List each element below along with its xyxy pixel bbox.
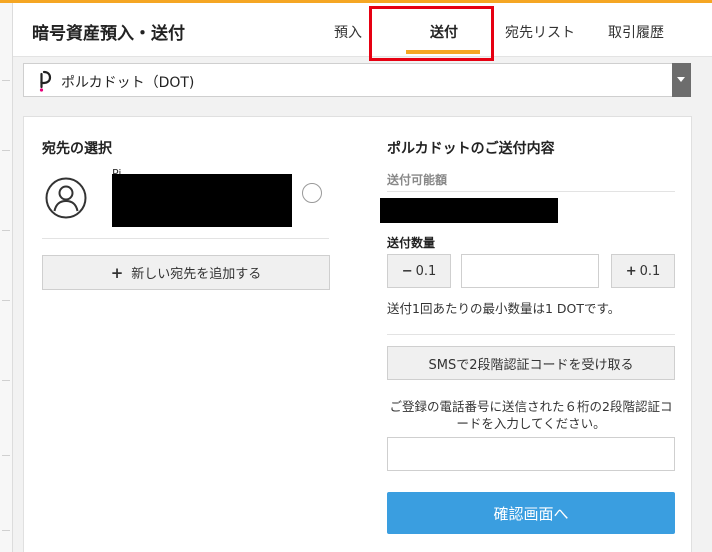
sms-instruction: ご登録の電話番号に送信された６桁の2段階認証コードを入力してください。	[389, 399, 673, 431]
left-edge-ruler	[0, 0, 13, 552]
polkadot-icon	[39, 70, 52, 92]
tab-address-list[interactable]: 宛先リスト	[505, 22, 575, 42]
quantity-label: 送付数量	[387, 236, 436, 250]
available-amount-label: 送付可能額	[387, 173, 448, 187]
tab-deposit[interactable]: 預入	[334, 22, 362, 42]
send-details-title: ポルカドットのご送付内容	[387, 141, 555, 157]
recipient-divider	[42, 238, 329, 239]
user-avatar-icon	[45, 177, 87, 219]
sms-code-button[interactable]: SMSで2段階認証コードを受け取る	[387, 346, 675, 380]
tab-send[interactable]: 送付	[430, 22, 458, 42]
available-divider	[387, 191, 675, 192]
quantity-input[interactable]	[461, 254, 599, 288]
currency-select[interactable]: ポルカドット（DOT)	[23, 63, 691, 97]
decrement-button[interactable]: − 0.1	[387, 254, 451, 288]
page-header: 暗号資産預入・送付 預入 送付 宛先リスト 取引履歴	[13, 3, 712, 57]
recipient-section-title: 宛先の選択	[42, 141, 112, 157]
sms-code-label: SMSで2段階認証コードを受け取る	[428, 357, 634, 373]
recipient-radio[interactable]	[302, 183, 322, 203]
increment-button[interactable]: + 0.1	[611, 254, 675, 288]
plus-icon: +	[110, 263, 124, 282]
confirm-button[interactable]: 確認画面へ	[387, 492, 675, 534]
increment-label: 0.1	[639, 263, 661, 279]
verification-code-input[interactable]	[387, 437, 675, 471]
redacted-available-amount	[380, 198, 558, 223]
page-title: 暗号資産預入・送付	[32, 24, 185, 44]
chevron-down-icon[interactable]	[672, 63, 691, 97]
add-recipient-label: 新しい宛先を追加する	[131, 267, 262, 282]
add-recipient-button[interactable]: + 新しい宛先を追加する	[42, 255, 330, 290]
redacted-recipient-info	[112, 174, 292, 227]
send-form-card: 宛先の選択 Pi + 新しい宛先を追加する ポルカドットのご送付内容 送付可能額…	[23, 116, 692, 552]
active-tab-indicator	[406, 50, 480, 54]
tab-history[interactable]: 取引履歴	[608, 22, 664, 42]
currency-label: ポルカドット（DOT)	[61, 75, 195, 91]
sms-divider	[387, 334, 675, 335]
plus-icon: +	[625, 263, 637, 279]
decrement-label: 0.1	[415, 263, 437, 279]
minus-icon: −	[401, 263, 413, 279]
minimum-quantity-note: 送付1回あたりの最小数量は1 DOTです。	[387, 301, 621, 316]
